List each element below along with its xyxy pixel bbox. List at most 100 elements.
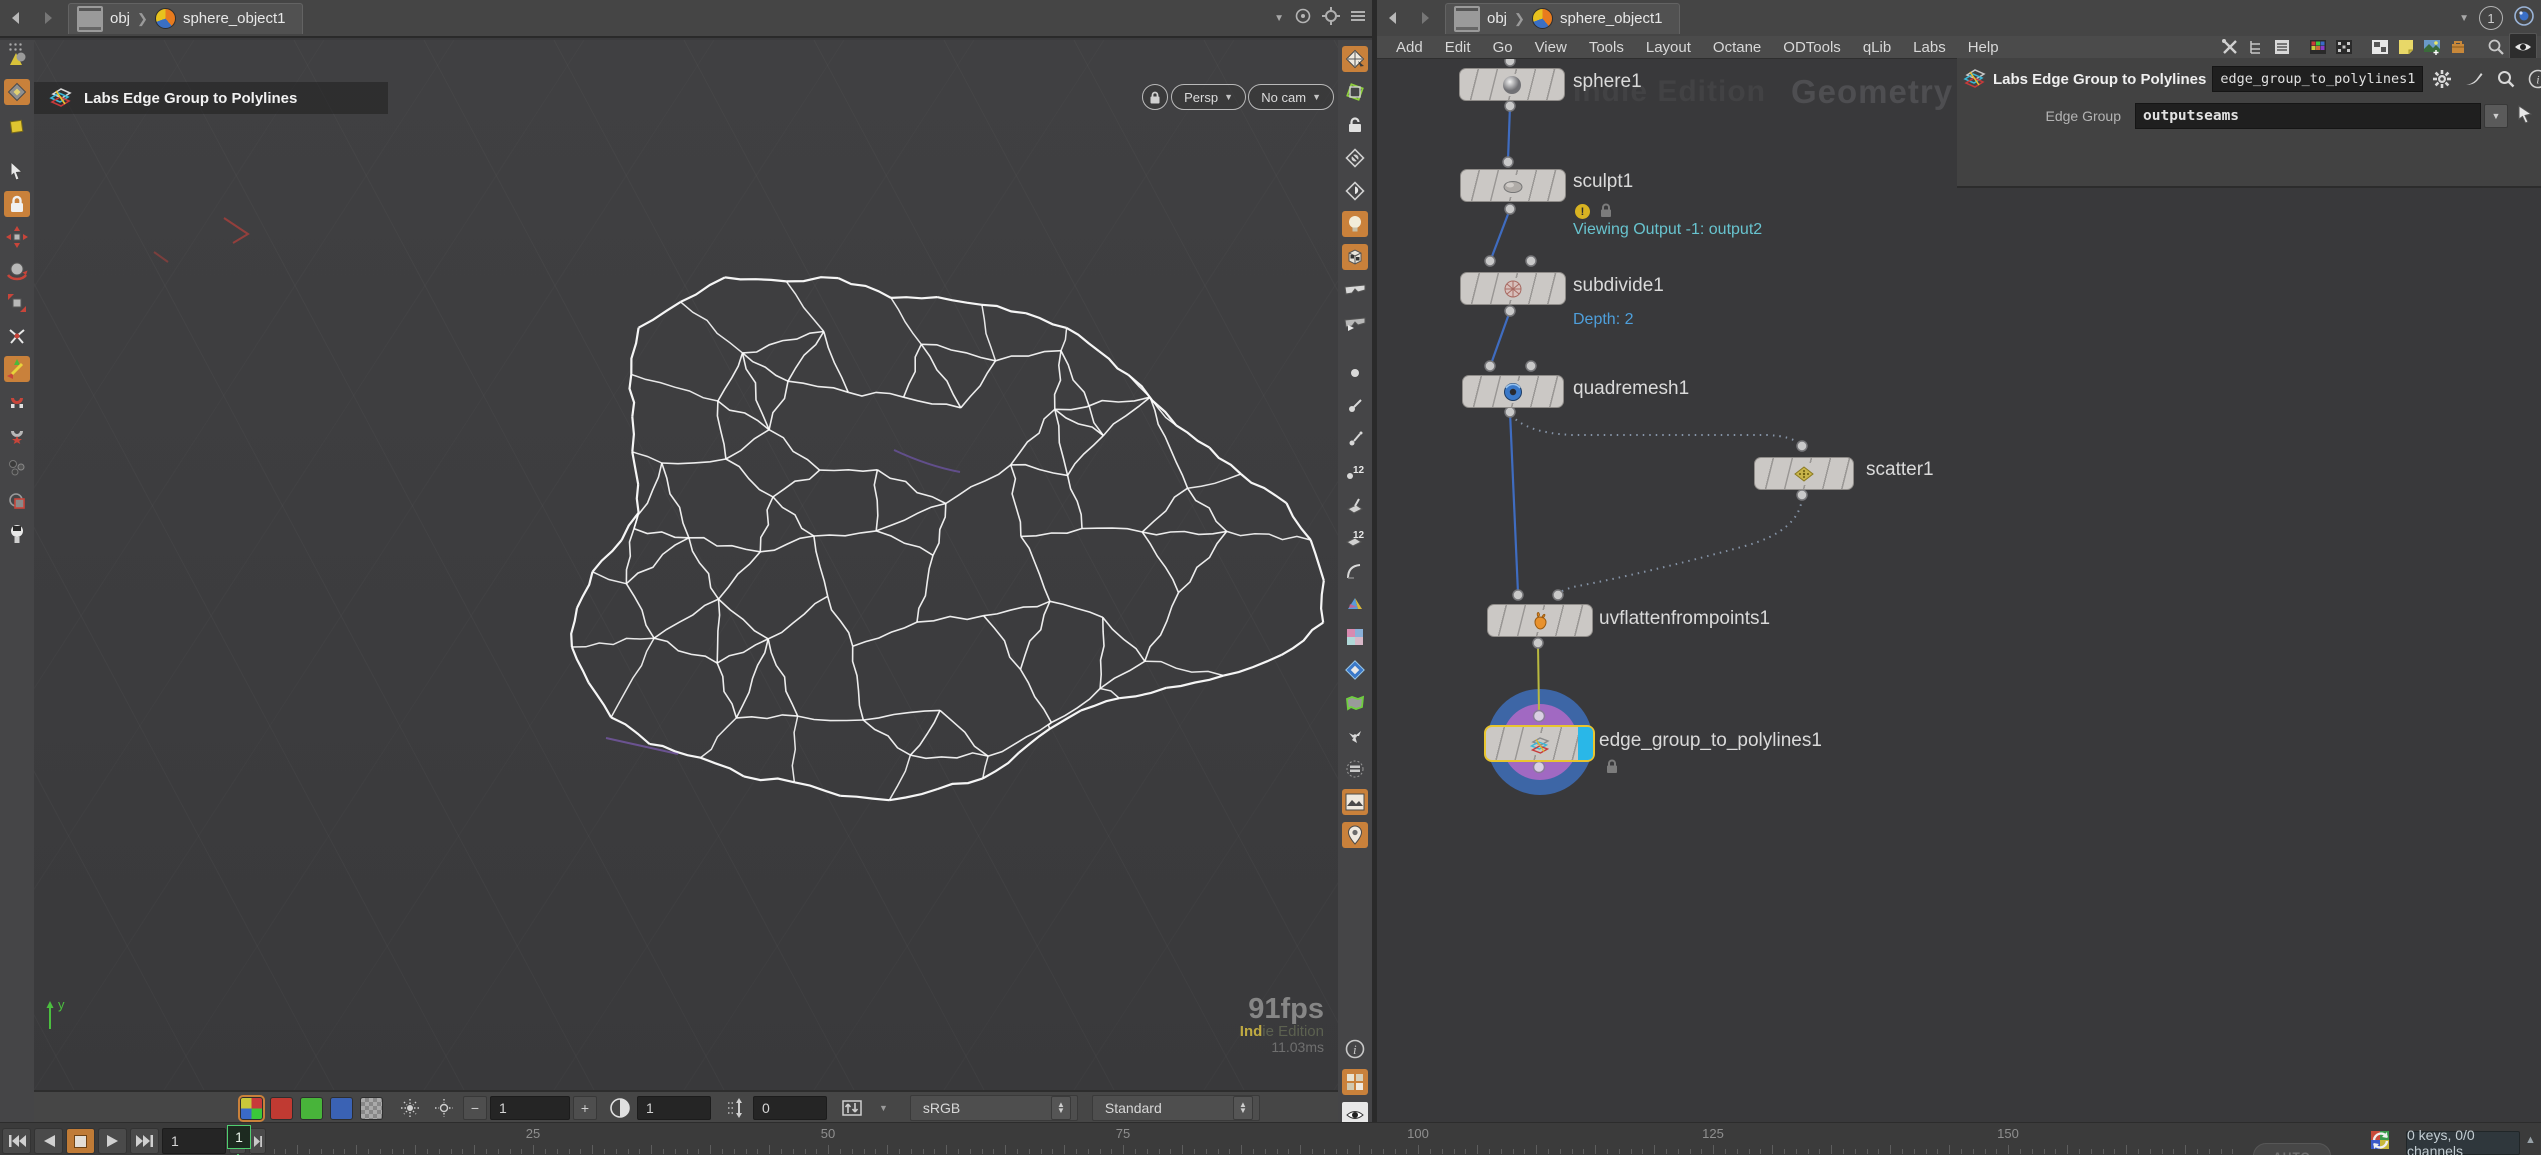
node-subdivide1[interactable] [1460, 272, 1566, 305]
path-node[interactable]: sphere_object1 [183, 10, 286, 27]
textures-icon[interactable] [1342, 244, 1368, 270]
brightness-field[interactable]: 0 [753, 1096, 827, 1120]
projection-pill[interactable]: Persp▼ [1171, 84, 1246, 110]
net-forward-icon[interactable] [1411, 6, 1437, 30]
radar-icon[interactable] [2513, 5, 2535, 32]
displaymode-dropdown[interactable]: Standard ▲▼ [1092, 1095, 1260, 1121]
active-handle-icon[interactable] [4, 356, 30, 382]
shelf-box-icon[interactable] [4, 112, 30, 138]
edit-tool-icon[interactable] [4, 323, 30, 349]
node-title[interactable]: sphere1 [1573, 71, 1642, 93]
background-image-icon[interactable] [2419, 34, 2445, 60]
menu-odtools[interactable]: ODTools [1772, 39, 1852, 56]
search-icon[interactable] [2493, 66, 2519, 92]
node-title[interactable]: subdivide1 [1573, 275, 1664, 297]
secure-selection-icon[interactable] [4, 191, 30, 217]
network-path-tab[interactable]: obj ❯ sphere_object1 [1445, 3, 1680, 34]
stop-button[interactable] [66, 1128, 95, 1154]
find-icon[interactable] [2483, 34, 2509, 60]
display-flag[interactable] [1578, 727, 1593, 760]
info-circle-icon[interactable]: i [1342, 1036, 1368, 1062]
gamma-icon[interactable] [397, 1095, 423, 1121]
new-pane-icon[interactable] [2367, 34, 2393, 60]
stereo-review-icon[interactable] [1342, 310, 1368, 336]
pane-target-icon[interactable] [1294, 7, 1312, 30]
visualizers-icon[interactable] [1342, 624, 1368, 650]
asset-bag-icon[interactable] [2445, 34, 2471, 60]
menu-view[interactable]: View [1524, 39, 1578, 56]
scene-path-tab[interactable]: obj ❯ sphere_object1 [68, 3, 303, 34]
rotate-tool-icon[interactable] [4, 257, 30, 283]
play-button[interactable] [98, 1128, 127, 1154]
brightness-icon[interactable] [431, 1095, 457, 1121]
point-trails-icon[interactable] [1342, 426, 1368, 452]
swatch-gray-icon[interactable] [360, 1097, 383, 1120]
group-list-icon[interactable] [1342, 756, 1368, 782]
color-settings-icon[interactable] [1342, 1069, 1368, 1095]
node-title[interactable]: quadremesh1 [1573, 378, 1689, 400]
menu-tools[interactable]: Tools [1578, 39, 1635, 56]
node-sphere1[interactable] [1459, 68, 1565, 101]
no-lights-icon[interactable] [1342, 145, 1368, 171]
menu-help[interactable]: Help [1957, 39, 2010, 56]
camera-pill[interactable]: No cam▼ [1248, 84, 1334, 110]
jump-start-button[interactable] [2, 1128, 31, 1154]
tools-wrench-icon[interactable] [2217, 34, 2243, 60]
jump-end-button[interactable] [130, 1128, 159, 1154]
contrast-icon[interactable] [607, 1095, 633, 1121]
pane-caret-icon[interactable]: ▼ [1274, 13, 1284, 24]
sync-icon[interactable] [2368, 1129, 2394, 1155]
snap-options-icon[interactable] [4, 422, 30, 448]
headlight-icon[interactable] [1342, 211, 1368, 237]
list-view-icon[interactable] [2269, 34, 2295, 60]
prim-numbers-icon[interactable]: 12 [1342, 525, 1368, 551]
forward-icon[interactable] [34, 6, 60, 30]
scale-tool-icon[interactable] [4, 290, 30, 316]
node-name-field[interactable]: edge_group_to_polylines1 [2212, 66, 2423, 92]
path-context[interactable]: obj [110, 10, 130, 27]
path-node[interactable]: sphere_object1 [1560, 10, 1663, 27]
pose-tool-icon[interactable] [4, 455, 30, 481]
menu-add[interactable]: Add [1385, 39, 1434, 56]
translate-tool-icon[interactable] [4, 224, 30, 250]
eye-toggle-icon[interactable] [2509, 33, 2537, 61]
auto-key-button[interactable]: AUTO [2253, 1143, 2331, 1155]
node-uvflattenfrompoints1[interactable] [1487, 604, 1593, 637]
exposure-field[interactable]: 1 [490, 1096, 570, 1120]
fan-icon[interactable] [1342, 723, 1368, 749]
pane-grip-icon[interactable] [8, 42, 22, 52]
uv-poly-icon[interactable] [1342, 690, 1368, 716]
edge-group-menu-button[interactable]: ▼ [2484, 104, 2508, 128]
playhead-marker[interactable]: 1 [227, 1125, 251, 1149]
stereo-glasses-icon[interactable] [1342, 277, 1368, 303]
info-icon[interactable]: i [2525, 66, 2541, 92]
select-tool-icon[interactable] [4, 158, 30, 184]
current-tool-icon[interactable] [1342, 46, 1368, 72]
snapshot-icon[interactable] [1342, 789, 1368, 815]
multicolor-prims-icon[interactable] [1342, 591, 1368, 617]
uv-overlap-icon[interactable] [1342, 657, 1368, 683]
timeline[interactable]: 25 50 75 100 125 150 1 1 AUTO 0 keys, 0/… [0, 1122, 2541, 1155]
pane-list-icon[interactable] [1350, 9, 1366, 28]
viewport-lock-button[interactable] [1142, 84, 1168, 110]
scene-viewport[interactable]: Labs Edge Group to Polylines Persp▼ No c… [34, 40, 1338, 1090]
menu-edit[interactable]: Edit [1434, 39, 1482, 56]
node-sculpt1[interactable] [1460, 169, 1566, 202]
show-points-icon[interactable] [1342, 360, 1368, 386]
shelf-polyreduce-icon[interactable] [4, 79, 30, 105]
display-lock-icon[interactable] [1342, 112, 1368, 138]
node-title[interactable]: edge_group_to_polylines1 [1599, 730, 1822, 752]
select-geometry-arrow-icon[interactable] [2516, 105, 2534, 128]
back-icon[interactable] [4, 6, 30, 30]
swatch-green-icon[interactable] [300, 1097, 323, 1120]
tree-view-icon[interactable] [2243, 34, 2269, 60]
keys-status[interactable]: 0 keys, 0/0 channels [2406, 1131, 2520, 1155]
edge-group-field[interactable]: outputseams [2135, 103, 2481, 129]
swatch-red-icon[interactable] [270, 1097, 293, 1120]
swatch-scheme-icon[interactable] [240, 1097, 263, 1120]
node-quadremesh1[interactable] [1462, 375, 1564, 408]
show-handles-icon[interactable] [1342, 79, 1368, 105]
grid-snap-icon[interactable] [2331, 34, 2357, 60]
frame-field[interactable]: 1 [162, 1128, 226, 1154]
gear-icon[interactable] [2429, 66, 2455, 92]
